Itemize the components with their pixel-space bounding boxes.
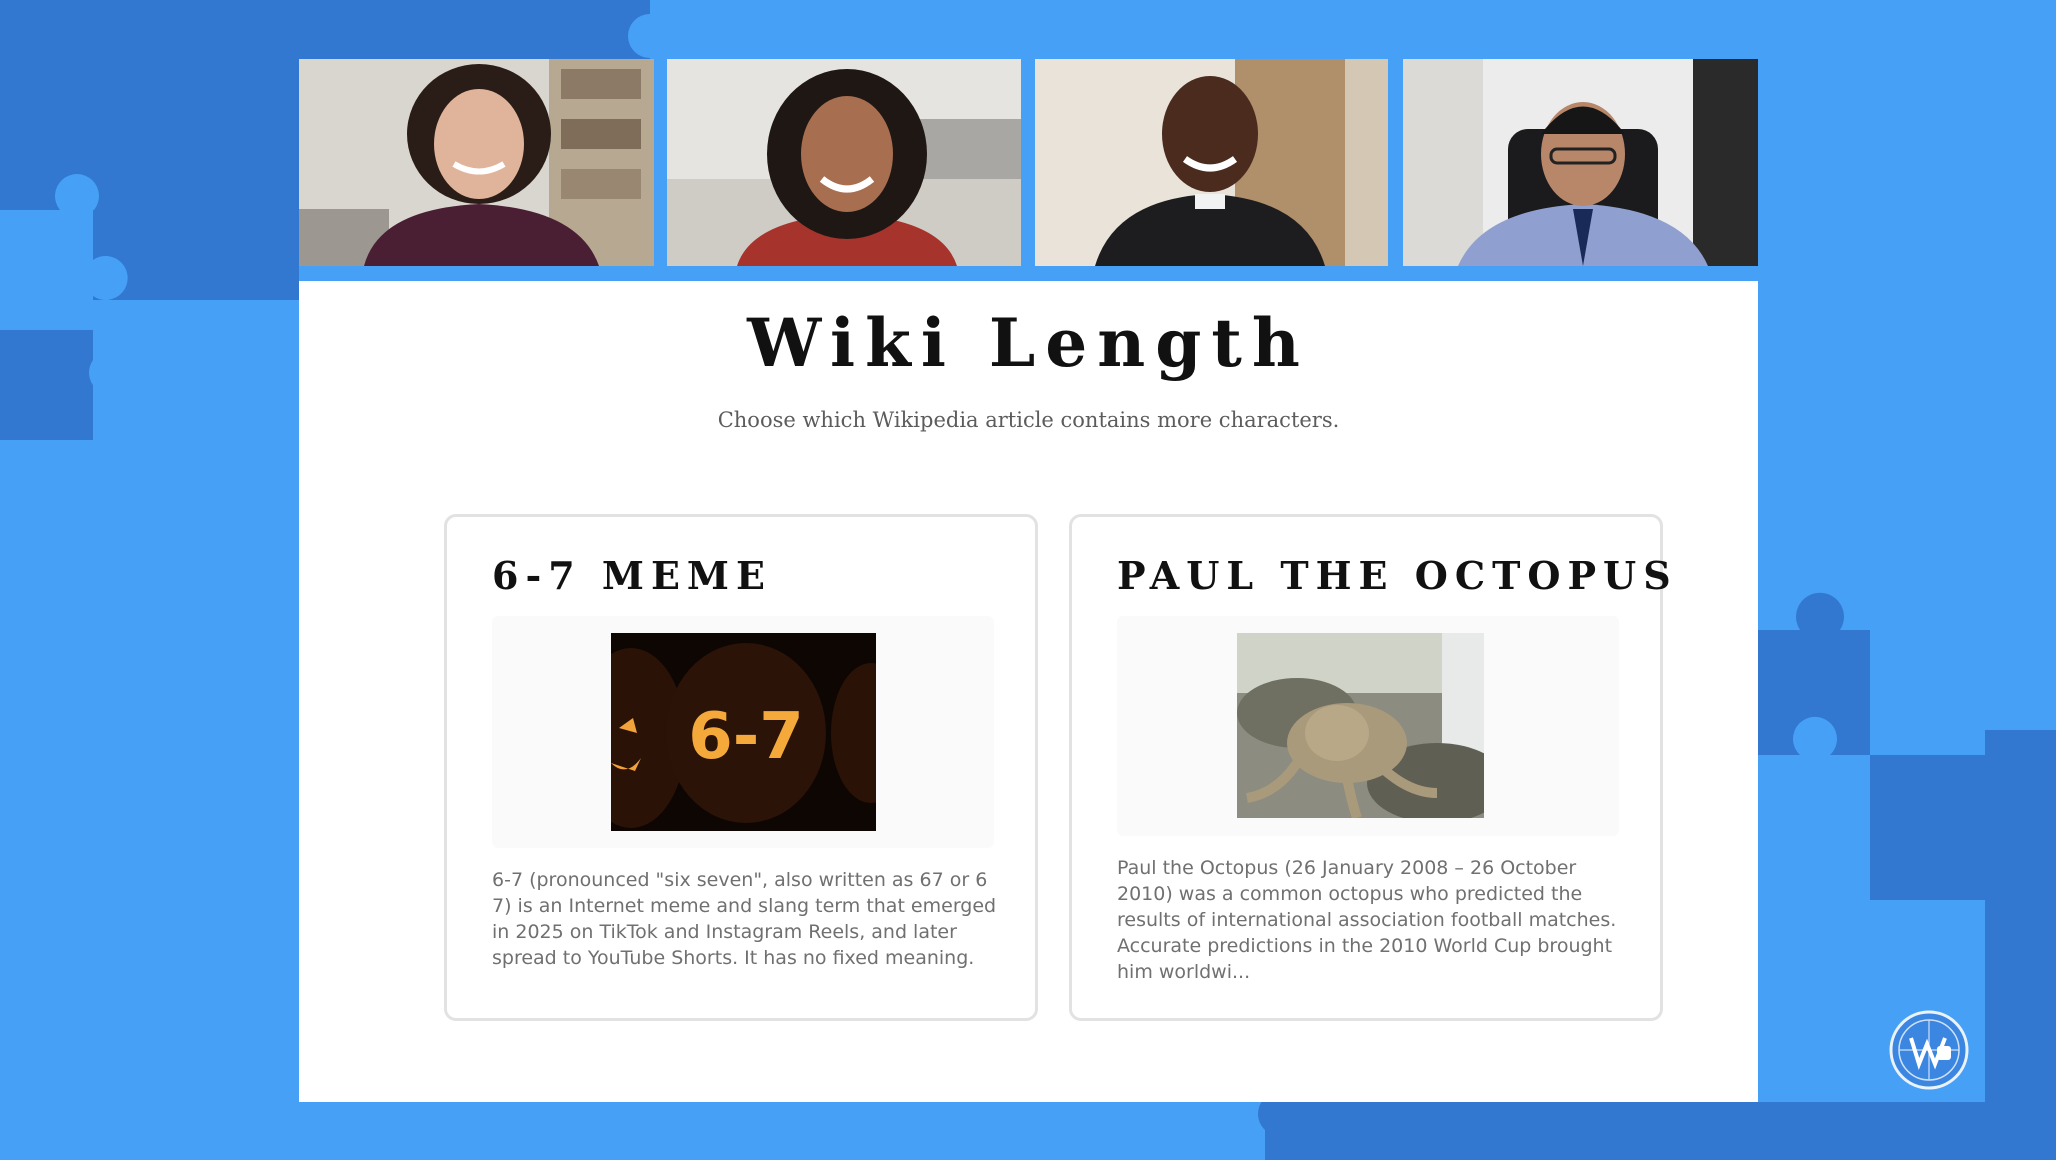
video-tile-participant-2[interactable] xyxy=(667,59,1021,266)
article-card-6-7-meme[interactable]: 6-7 MEME 6-7 6-7 (pronounced "six seven"… xyxy=(444,514,1038,1021)
participant-1-video xyxy=(299,59,654,266)
octopus-image xyxy=(1237,633,1484,818)
participant-3-video xyxy=(1035,59,1388,266)
video-tile-participant-3[interactable] xyxy=(1035,59,1388,266)
participant-2-video xyxy=(667,59,1021,266)
video-tile-participant-4[interactable] xyxy=(1403,59,1758,266)
card-description: 6-7 (pronounced "six seven", also writte… xyxy=(492,869,997,969)
video-tile-participant-1[interactable] xyxy=(299,59,654,266)
card-image-frame xyxy=(1117,616,1619,836)
slide-subtitle: Choose which Wikipedia article contains … xyxy=(717,408,1340,432)
card-heading: PAUL THE OCTOPUS xyxy=(1117,553,1678,598)
wikipedia-globe-icon xyxy=(1889,1010,1969,1090)
article-card-paul-the-octopus[interactable]: PAUL THE OCTOPUS Paul the Octopus (26 Ja… xyxy=(1069,514,1671,1021)
card-image-frame: 6-7 xyxy=(492,616,994,848)
image-caption-6-7: 6-7 xyxy=(688,700,804,774)
participant-4-video xyxy=(1403,59,1758,266)
jack-o-lantern-image: 6-7 xyxy=(611,633,876,831)
slide-panel: Wiki Length Choose which Wikipedia artic… xyxy=(299,281,1758,1102)
slide-title: Wiki Length xyxy=(747,304,1310,382)
card-description: Paul the Octopus (26 January 2008 – 26 O… xyxy=(1117,857,1617,983)
card-heading: 6-7 MEME xyxy=(492,553,772,598)
